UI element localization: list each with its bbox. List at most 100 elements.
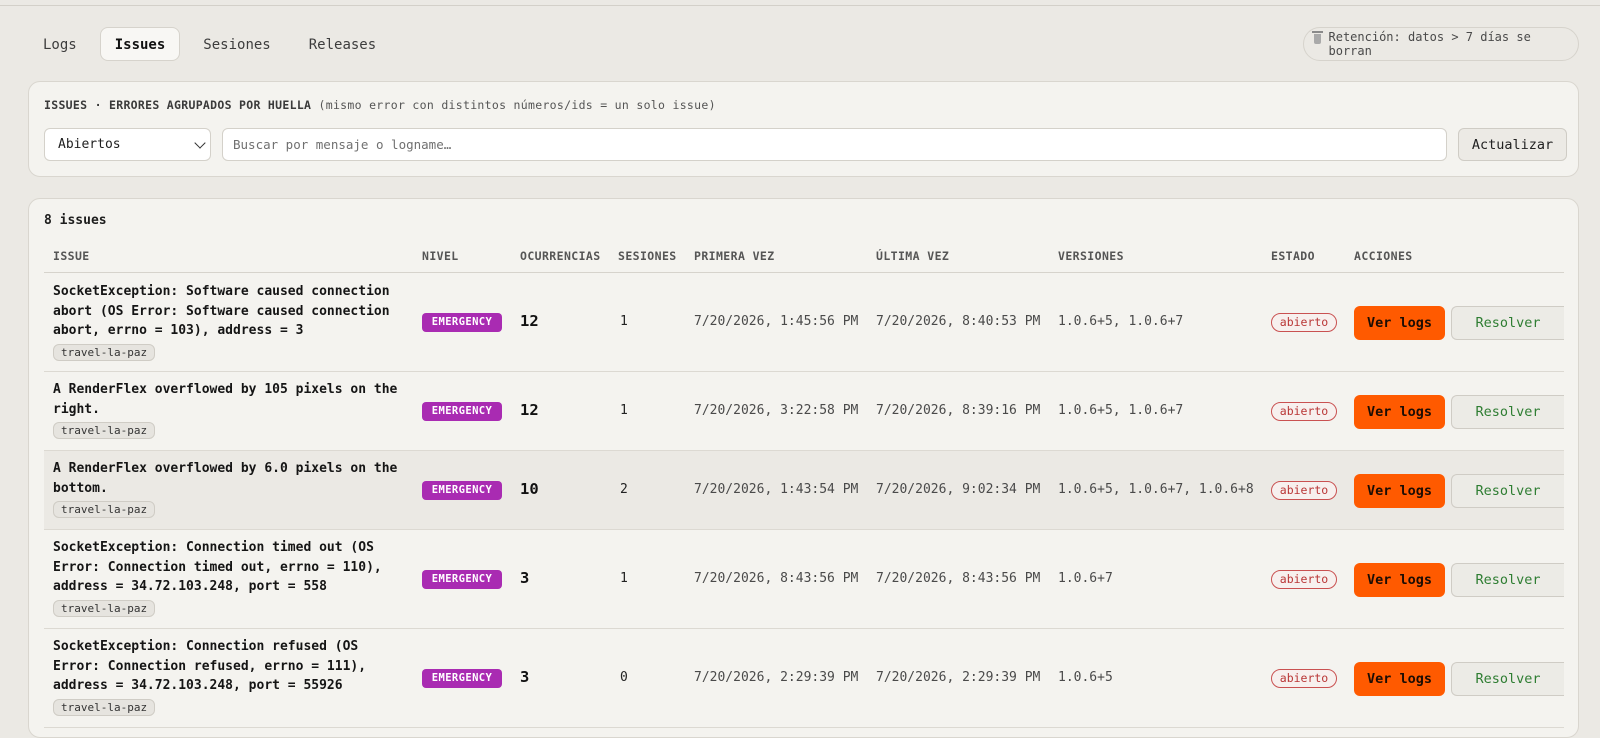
- first-seen: 7/20/2026, 1:43:54 PM: [694, 482, 859, 497]
- table-row[interactable]: SocketException: Connection refused (OS …: [44, 629, 1564, 728]
- column-actions: ACCIONES: [1354, 249, 1413, 263]
- issue-title[interactable]: A RenderFlex overflowed by 105 pixels on…: [53, 380, 403, 441]
- filter-title: ISSUES · ERRORES AGRUPADOS POR HUELLA (m…: [44, 98, 716, 112]
- versions: 1.0.6+5: [1058, 670, 1113, 685]
- status-select-value: Abiertos: [58, 137, 121, 152]
- versions: 1.0.6+5, 1.0.6+7: [1058, 403, 1184, 418]
- status-badge: abierto: [1271, 570, 1337, 589]
- level-badge: EMERGENCY: [422, 313, 502, 332]
- column-status: ESTADO: [1271, 249, 1315, 263]
- resolve-button[interactable]: Resolver: [1451, 306, 1564, 340]
- table-row[interactable]: SocketException: Connection timed out (O…: [44, 530, 1564, 629]
- versions: 1.0.6+5, 1.0.6+7: [1058, 314, 1184, 329]
- issue-line: SocketException: Software caused connect…: [53, 284, 390, 299]
- retention-text: Retención: datos > 7 días se borran: [1328, 30, 1531, 58]
- refresh-button[interactable]: Actualizar: [1458, 128, 1567, 161]
- retention-notice: Retención: datos > 7 días se borran: [1303, 27, 1579, 61]
- occurrences-count: 3: [520, 569, 530, 587]
- top-divider: [0, 5, 1600, 6]
- trash-icon: [1312, 31, 1323, 44]
- table-header: ISSUE NIVEL OCURRENCIAS SESIONES PRIMERA…: [44, 249, 1564, 273]
- issue-line: address = 34.72.103.248, port = 55926: [53, 678, 343, 693]
- tab-releases[interactable]: Releases: [294, 27, 391, 61]
- issue-title[interactable]: A RenderFlex overflowed by 6.0 pixels on…: [53, 459, 403, 520]
- occurrences-count: 3: [520, 668, 530, 686]
- status-badge: abierto: [1271, 669, 1337, 688]
- issue-line: Error: Connection refused, errno = 111),: [53, 658, 367, 674]
- level-badge: EMERGENCY: [422, 570, 502, 589]
- issue-title[interactable]: SocketException: Connection refused (OS …: [53, 637, 403, 717]
- last-seen: 7/20/2026, 9:02:34 PM: [876, 482, 1041, 497]
- view-logs-button[interactable]: Ver logs: [1354, 563, 1445, 597]
- issue-line: abort (OS Error: Software caused connect…: [53, 303, 390, 319]
- resolve-button[interactable]: Resolver: [1451, 662, 1564, 696]
- issue-line: abort, errno = 103), address = 3: [53, 323, 304, 338]
- sessions-count: 0: [620, 670, 628, 685]
- sessions-count: 1: [620, 403, 628, 418]
- filter-subtitle: (mismo error con distintos números/ids =…: [318, 98, 716, 112]
- app-tag: travel-la-paz: [53, 501, 156, 518]
- view-logs-button[interactable]: Ver logs: [1354, 662, 1445, 696]
- view-logs-button[interactable]: Ver logs: [1354, 306, 1445, 340]
- status-badge: abierto: [1271, 313, 1337, 332]
- column-level: NIVEL: [422, 249, 459, 263]
- status-badge: abierto: [1271, 402, 1337, 421]
- issue-line: bottom.: [53, 480, 108, 496]
- column-sessions: SESIONES: [618, 249, 677, 263]
- occurrences-count: 12: [520, 401, 539, 419]
- filter-panel: ISSUES · ERRORES AGRUPADOS POR HUELLA (m…: [28, 81, 1579, 177]
- sessions-count: 1: [620, 571, 628, 586]
- issue-line: right.: [53, 401, 100, 417]
- first-seen: 7/20/2026, 3:22:58 PM: [694, 403, 859, 418]
- first-seen: 7/20/2026, 2:29:39 PM: [694, 670, 859, 685]
- column-issue: ISSUE: [53, 249, 90, 263]
- view-logs-button[interactable]: Ver logs: [1354, 474, 1445, 508]
- occurrences-count: 10: [520, 480, 539, 498]
- issues-count: 8 issues: [44, 213, 107, 228]
- status-badge: abierto: [1271, 481, 1337, 500]
- main-tabs: Logs Issues Sesiones Releases: [28, 27, 391, 61]
- app-tag: travel-la-paz: [53, 422, 156, 439]
- issue-title[interactable]: SocketException: Connection timed out (O…: [53, 538, 403, 618]
- table-row[interactable]: A RenderFlex overflowed by 6.0 pixels on…: [44, 451, 1564, 530]
- resolve-button[interactable]: Resolver: [1451, 563, 1564, 597]
- issue-line: Error: Connection timed out, errno = 110…: [53, 559, 382, 575]
- issue-line: A RenderFlex overflowed by 105 pixels on…: [53, 382, 398, 397]
- last-seen: 7/20/2026, 8:43:56 PM: [876, 571, 1041, 586]
- level-badge: EMERGENCY: [422, 481, 502, 500]
- resolve-button[interactable]: Resolver: [1451, 395, 1564, 429]
- sessions-count: 1: [620, 314, 628, 329]
- status-select[interactable]: Abiertos: [44, 128, 211, 161]
- app-tag: travel-la-paz: [53, 343, 156, 361]
- first-seen: 7/20/2026, 8:43:56 PM: [694, 571, 859, 586]
- first-seen: 7/20/2026, 1:45:56 PM: [694, 314, 859, 329]
- last-seen: 7/20/2026, 2:29:39 PM: [876, 670, 1041, 685]
- column-last-seen: ÚLTIMA VEZ: [876, 249, 950, 263]
- issue-line: A RenderFlex overflowed by 6.0 pixels on…: [53, 461, 398, 476]
- view-logs-button[interactable]: Ver logs: [1354, 395, 1445, 429]
- table-row[interactable]: A RenderFlex overflowed by 105 pixels on…: [44, 372, 1564, 451]
- issues-panel: 8 issues ISSUE NIVEL OCURRENCIAS SESIONE…: [28, 198, 1579, 738]
- column-first-seen: PRIMERA VEZ: [694, 249, 775, 263]
- search-input[interactable]: [222, 128, 1447, 161]
- resolve-button[interactable]: Resolver: [1451, 474, 1564, 508]
- app-tag: travel-la-paz: [53, 599, 156, 617]
- versions: 1.0.6+7: [1058, 571, 1113, 586]
- occurrences-count: 12: [520, 312, 539, 330]
- level-badge: EMERGENCY: [422, 669, 502, 688]
- last-seen: 7/20/2026, 8:39:16 PM: [876, 403, 1041, 418]
- column-occurrences: OCURRENCIAS: [520, 249, 601, 263]
- app-tag: travel-la-paz: [53, 698, 156, 716]
- column-versions: VERSIONES: [1058, 249, 1124, 263]
- table-row[interactable]: SocketException: Software caused connect…: [44, 274, 1564, 372]
- chevron-down-icon: [194, 137, 206, 149]
- issue-line: SocketException: Connection refused (OS: [53, 639, 359, 654]
- tab-logs[interactable]: Logs: [28, 27, 92, 61]
- versions: 1.0.6+5, 1.0.6+7, 1.0.6+8: [1058, 482, 1254, 497]
- filter-heading: ISSUES · ERRORES AGRUPADOS POR HUELLA: [44, 98, 312, 112]
- issue-line: SocketException: Connection timed out (O…: [53, 540, 374, 555]
- tab-sesiones[interactable]: Sesiones: [188, 27, 285, 61]
- issue-title[interactable]: SocketException: Software caused connect…: [53, 282, 403, 362]
- issue-line: address = 34.72.103.248, port = 558: [53, 579, 327, 594]
- tab-issues[interactable]: Issues: [99, 27, 181, 61]
